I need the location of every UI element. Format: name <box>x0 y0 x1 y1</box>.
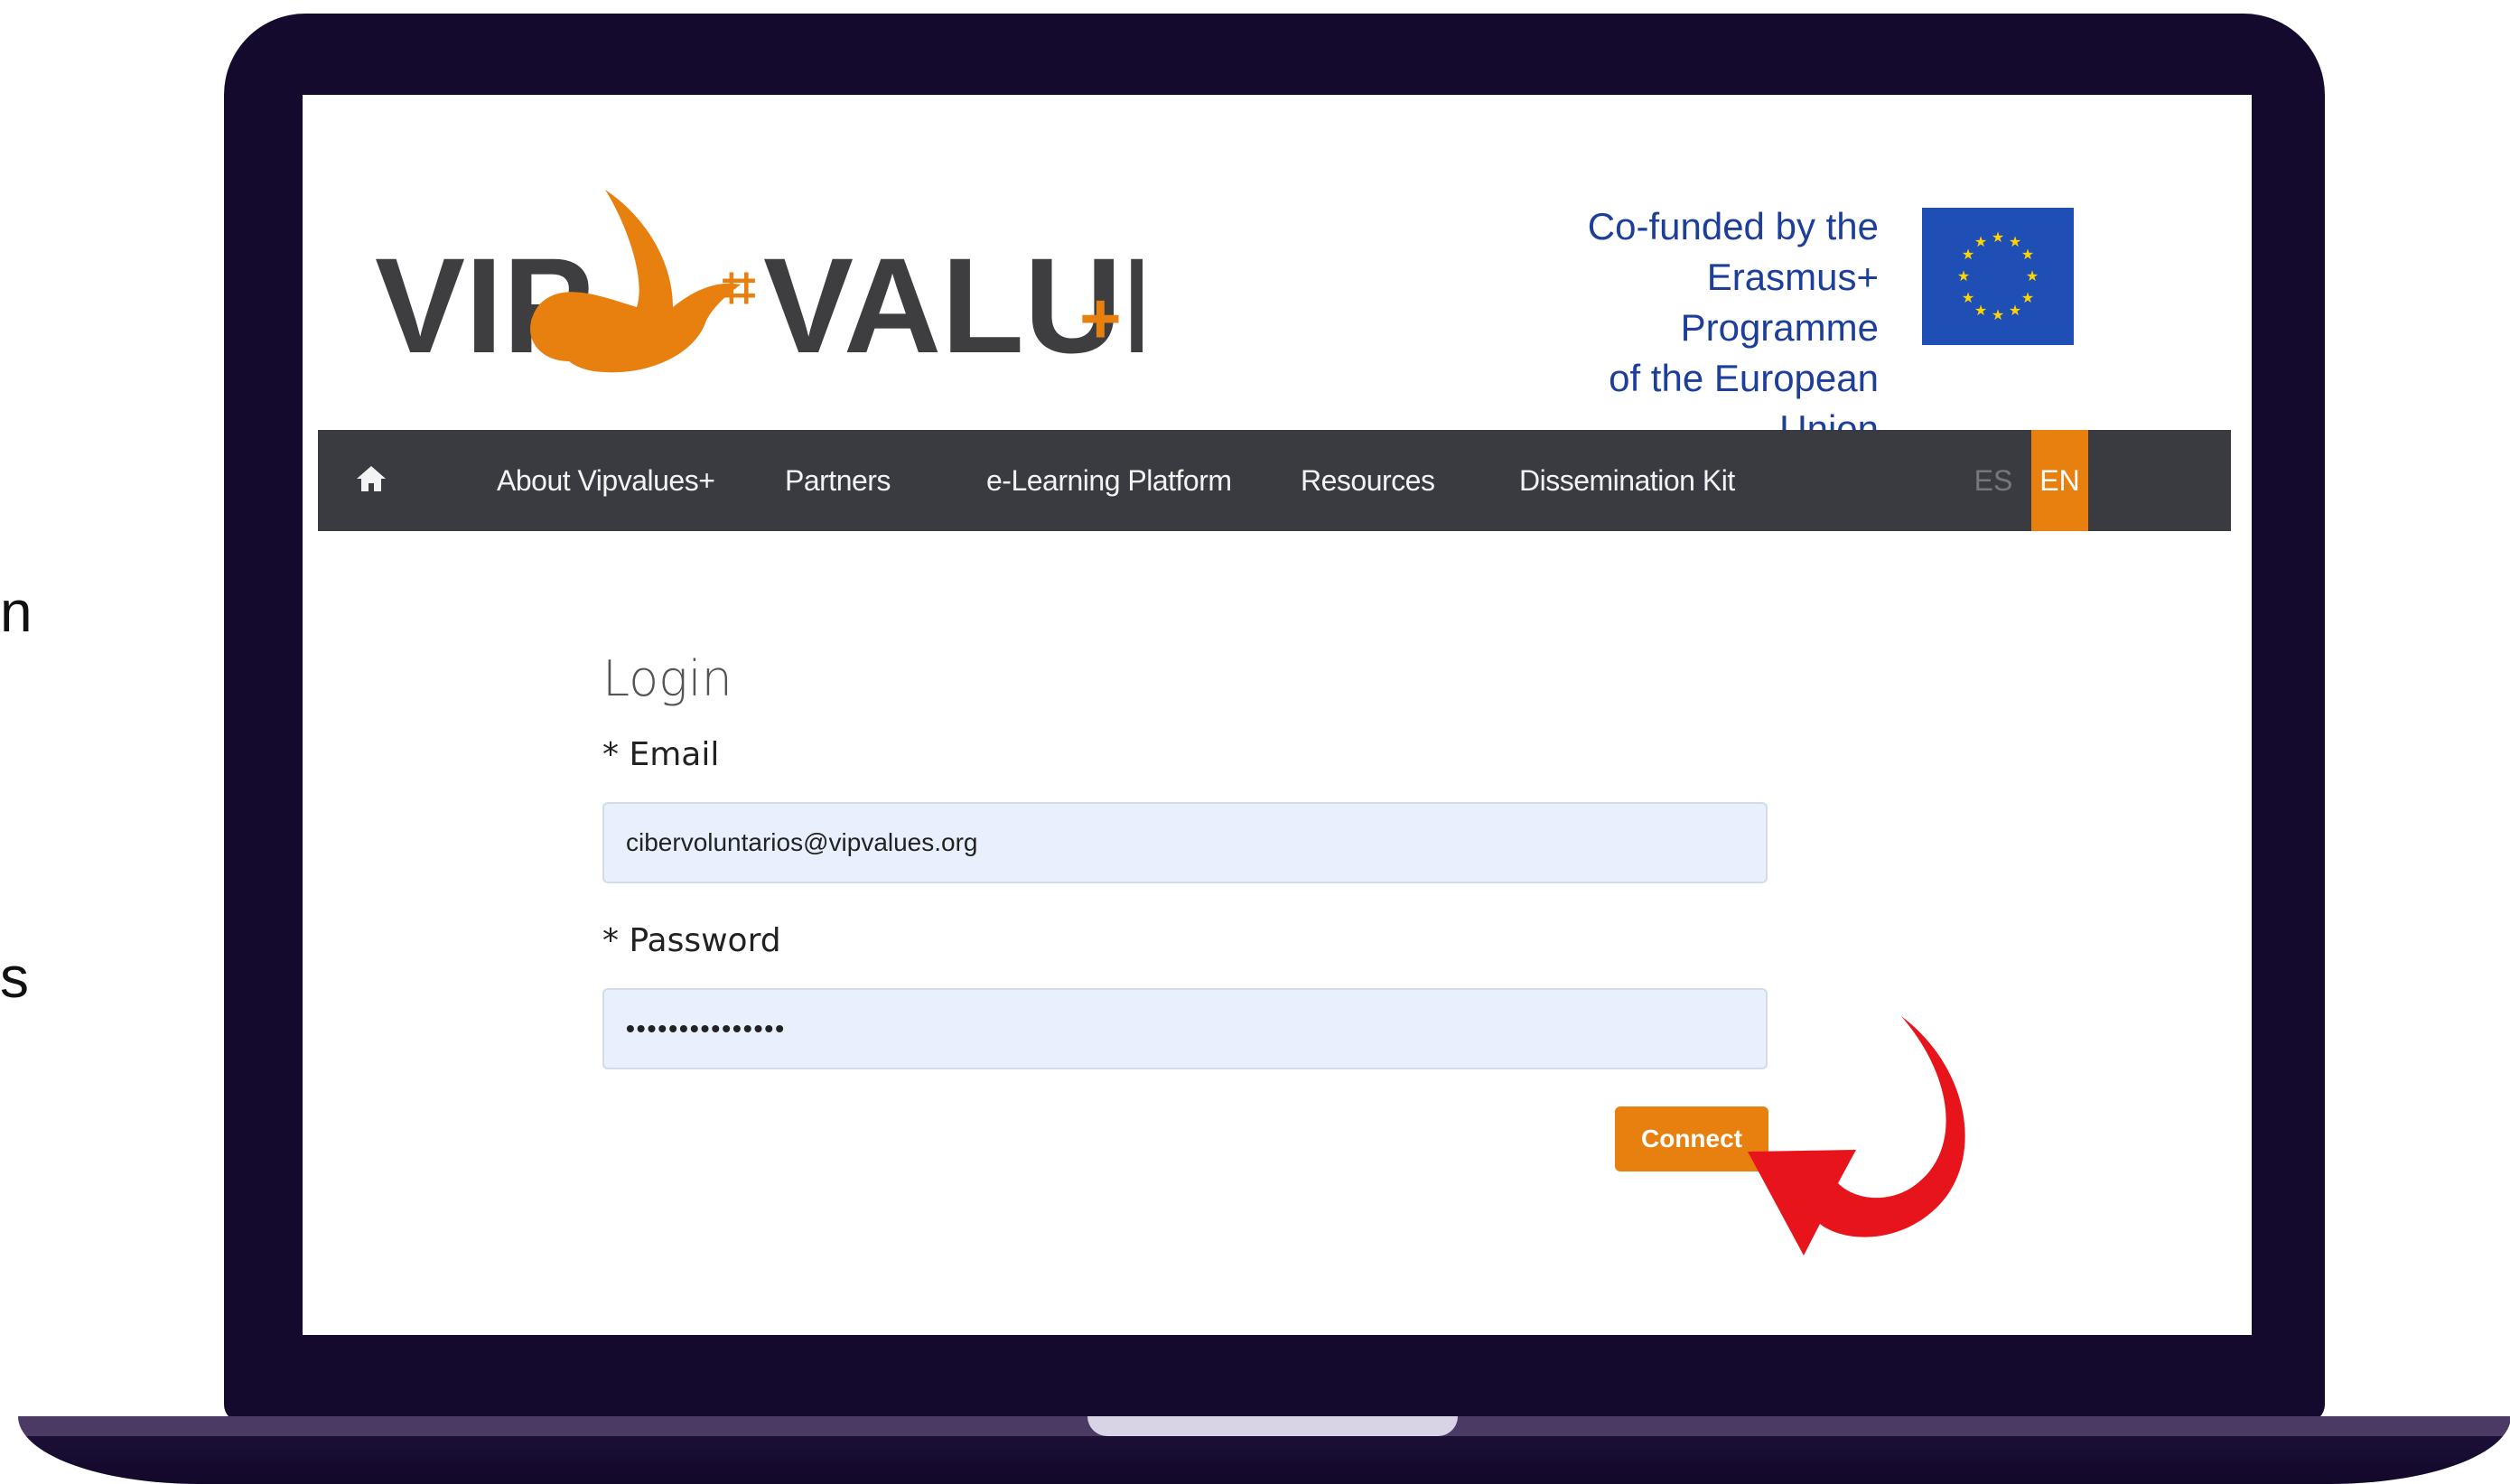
red-curved-arrow-icon <box>1748 998 2010 1269</box>
password-field[interactable]: ••••••••••••••• <box>602 988 1768 1069</box>
lang-es-button[interactable]: ES <box>1966 430 2020 531</box>
eu-line-1: Co-funded by the <box>1587 205 1879 247</box>
browser-screen: VIP ⌗ VALUES + Co-funded by the Erasmus+… <box>303 95 2252 1335</box>
vipvalues-logo[interactable]: VIP ⌗ VALUES + <box>375 172 1302 388</box>
svg-text:★: ★ <box>1974 233 1987 250</box>
svg-text:★: ★ <box>2026 267 2039 285</box>
svg-text:★: ★ <box>1957 267 1970 285</box>
laptop-notch <box>1087 1416 1458 1436</box>
svg-text:★: ★ <box>1992 306 2004 323</box>
svg-text:★: ★ <box>2021 289 2034 306</box>
login-title: Login <box>602 650 732 707</box>
logo-plus: + <box>1079 278 1122 359</box>
svg-text:★: ★ <box>1974 302 1987 319</box>
cropped-side-text-1: n <box>0 579 33 644</box>
nav-about[interactable]: About Vipvalues+ <box>497 430 715 531</box>
nav-elearning[interactable]: e-Learning Platform <box>986 430 1232 531</box>
eu-flag-icon: ★ ★ ★ ★ ★ ★ ★ ★ ★ ★ ★ ★ <box>1922 208 2074 345</box>
email-label: * Email <box>602 736 720 773</box>
password-label: * Password <box>602 922 781 959</box>
lang-en-button[interactable]: EN <box>2031 430 2088 531</box>
main-navbar: About Vipvalues+ Partners e-Learning Pla… <box>318 430 2231 531</box>
svg-text:★: ★ <box>1992 229 2004 246</box>
svg-text:⌗: ⌗ <box>723 255 755 322</box>
svg-text:★: ★ <box>2021 246 2034 263</box>
nav-partners[interactable]: Partners <box>785 430 891 531</box>
eu-line-2: Erasmus+ Programme <box>1680 256 1879 349</box>
cropped-side-text-2: s <box>0 945 29 1010</box>
svg-text:★: ★ <box>2009 233 2021 250</box>
nav-dissemination-kit[interactable]: Dissemination Kit <box>1519 430 1735 531</box>
svg-text:★: ★ <box>2009 302 2021 319</box>
eu-cofunded-text: Co-funded by the Erasmus+ Programme of t… <box>1522 201 1879 454</box>
email-field[interactable]: cibervoluntarios@vipvalues.org <box>602 802 1768 883</box>
home-icon[interactable] <box>356 464 387 493</box>
svg-text:★: ★ <box>1962 246 1974 263</box>
connect-button[interactable]: Connect <box>1615 1106 1768 1171</box>
svg-text:★: ★ <box>1962 289 1974 306</box>
nav-resources[interactable]: Resources <box>1301 430 1435 531</box>
